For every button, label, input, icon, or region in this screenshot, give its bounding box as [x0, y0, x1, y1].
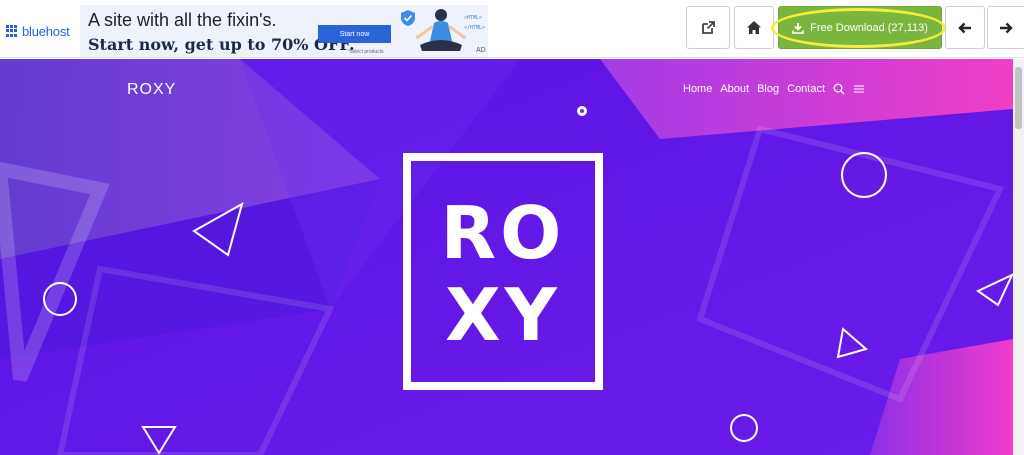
- nav-about[interactable]: About: [720, 83, 749, 95]
- ad-mark: AD: [476, 47, 486, 54]
- theme-preview-hero: ROXY Home About Blog Contact RO XY: [0, 59, 1013, 455]
- nav-home[interactable]: Home: [683, 83, 712, 95]
- ad-brand-logo[interactable]: bluehost: [6, 23, 70, 39]
- external-link-icon: [702, 20, 715, 34]
- ad-headline: A site with all the fixin's.: [88, 10, 277, 30]
- back-button[interactable]: [945, 6, 985, 49]
- hero-logo-line-2: XY: [445, 273, 561, 357]
- ad-html-tag: <HTML>: [464, 15, 483, 21]
- ad-offer: Start now, get up to 70% OFF.: [88, 35, 355, 54]
- ad-banner[interactable]: A site with all the fixin's. Start now, …: [80, 5, 488, 57]
- search-icon[interactable]: [833, 83, 845, 95]
- top-toolbar: bluehost A site with all the fixin's. St…: [0, 0, 1024, 58]
- home-icon: [747, 21, 761, 34]
- ad-brand-name: bluehost: [22, 23, 70, 39]
- free-download-label: Free Download (27,113): [810, 21, 928, 34]
- site-nav: Home About Blog Contact: [683, 83, 865, 95]
- forward-button[interactable]: [987, 6, 1024, 49]
- arrow-right-icon: [1000, 22, 1013, 33]
- arrow-left-icon: [958, 22, 971, 33]
- hero-logo-box: RO XY: [403, 153, 603, 390]
- free-download-button[interactable]: Free Download (27,113): [778, 6, 942, 49]
- meditating-person-illustration: [416, 9, 466, 51]
- site-logo[interactable]: ROXY: [127, 81, 176, 99]
- open-external-button[interactable]: [686, 6, 730, 49]
- ad-fine-print: *select products: [348, 49, 384, 55]
- download-icon: [792, 22, 804, 34]
- ad-start-now-button[interactable]: Start now: [318, 25, 391, 43]
- menu-icon[interactable]: [853, 84, 865, 94]
- scrollbar-thumb[interactable]: [1015, 67, 1022, 129]
- nav-blog[interactable]: Blog: [757, 83, 779, 95]
- page-scrollbar[interactable]: [1013, 59, 1024, 455]
- hero-logo-line-1: RO: [440, 191, 566, 275]
- nav-contact[interactable]: Contact: [787, 83, 825, 95]
- ad-html-close-tag: </HTML>: [464, 25, 486, 31]
- home-button[interactable]: [734, 6, 774, 49]
- bluehost-grid-icon: [6, 25, 18, 37]
